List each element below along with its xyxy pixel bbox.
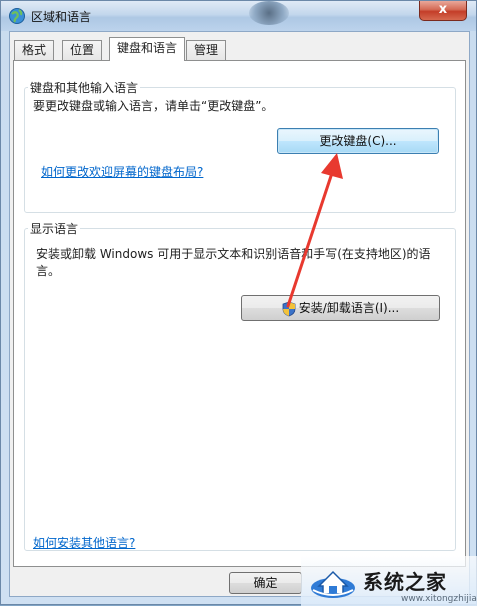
annotation-arrow-head	[321, 153, 343, 179]
watermark: 系统之家 www.xitongzhijia.net	[301, 556, 477, 606]
dialog-window: 区域和语言 x 格式 位置 键盘和语言 管理 键盘和其他输入语言 要更改键盘或输…	[0, 0, 477, 606]
watermark-brand: 系统之家	[363, 570, 447, 594]
annotation-arrow-shaft	[286, 171, 334, 308]
annotation-arrow	[286, 153, 343, 308]
watermark-url: www.xitongzhijia.net	[401, 594, 477, 604]
house-logo-icon	[311, 570, 355, 598]
tab-keyboards-and-languages[interactable]: 键盘和语言	[109, 37, 186, 61]
